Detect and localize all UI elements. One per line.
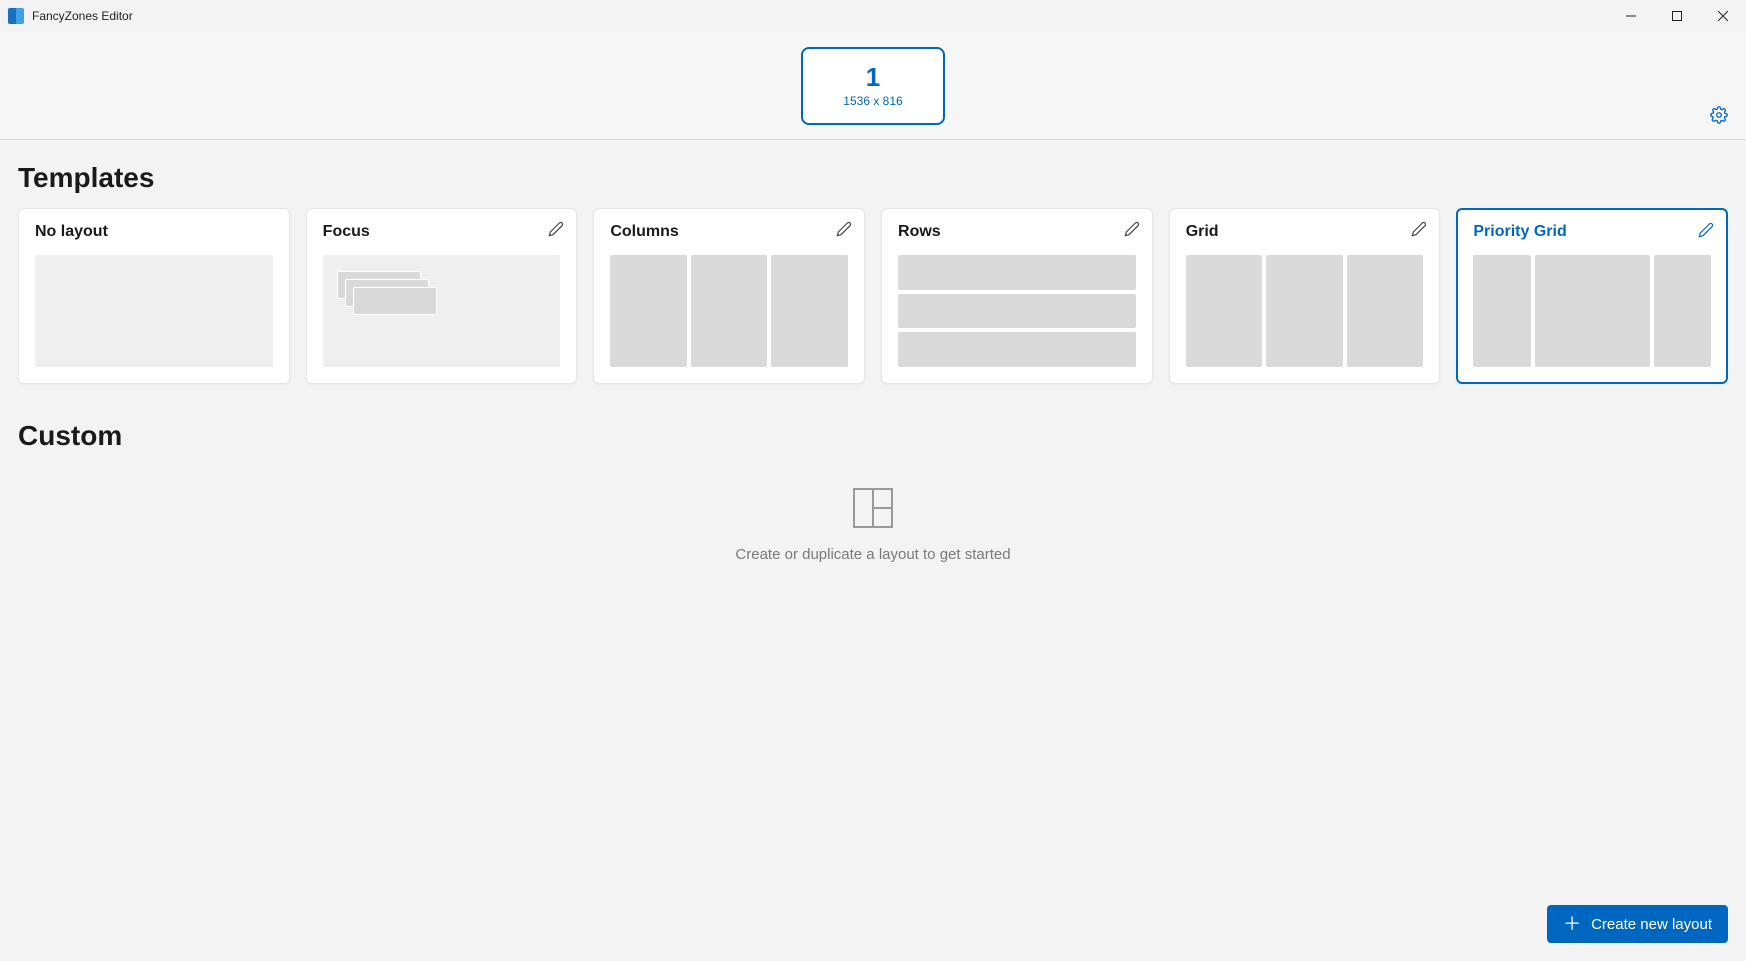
app-icon <box>8 8 24 24</box>
custom-heading: Custom <box>18 420 1728 452</box>
template-preview <box>898 255 1136 367</box>
template-card-focus[interactable]: Focus <box>306 208 578 384</box>
template-title: Priority Grid <box>1473 223 1711 241</box>
window-title: FancyZones Editor <box>32 9 1608 23</box>
template-preview <box>35 255 273 367</box>
template-card-no-layout[interactable]: No layout <box>18 208 290 384</box>
content-area: Templates No layout Focus Columns <box>0 140 1746 563</box>
monitor-resolution: 1536 x 816 <box>843 94 902 108</box>
edit-icon[interactable] <box>1698 222 1714 243</box>
monitor-header: 1 1536 x 816 <box>0 32 1746 140</box>
template-title: No layout <box>35 223 273 241</box>
monitor-card[interactable]: 1 1536 x 816 <box>801 47 945 125</box>
template-card-columns[interactable]: Columns <box>593 208 865 384</box>
templates-row: No layout Focus Columns R <box>18 208 1728 384</box>
edit-icon[interactable] <box>1411 221 1427 242</box>
create-button-label: Create new layout <box>1591 916 1712 933</box>
template-title: Focus <box>323 223 561 241</box>
template-title: Columns <box>610 223 848 241</box>
template-card-priority-grid[interactable]: Priority Grid <box>1456 208 1728 384</box>
edit-icon[interactable] <box>836 221 852 242</box>
template-title: Grid <box>1186 223 1424 241</box>
edit-icon[interactable] <box>1124 221 1140 242</box>
minimize-button[interactable] <box>1608 0 1654 32</box>
close-button[interactable] <box>1700 0 1746 32</box>
template-card-grid[interactable]: Grid <box>1169 208 1441 384</box>
create-new-layout-button[interactable]: ＋ Create new layout <box>1547 905 1728 943</box>
layout-icon <box>853 488 893 528</box>
titlebar: FancyZones Editor <box>0 0 1746 32</box>
settings-button[interactable] <box>1710 106 1728 129</box>
template-preview <box>323 255 561 367</box>
template-preview <box>610 255 848 367</box>
window-controls <box>1608 0 1746 32</box>
templates-heading: Templates <box>18 162 1728 194</box>
monitor-number: 1 <box>866 64 880 90</box>
maximize-button[interactable] <box>1654 0 1700 32</box>
template-title: Rows <box>898 223 1136 241</box>
empty-state-text: Create or duplicate a layout to get star… <box>735 546 1010 563</box>
edit-icon[interactable] <box>548 221 564 242</box>
plus-icon: ＋ <box>1563 915 1581 933</box>
template-card-rows[interactable]: Rows <box>881 208 1153 384</box>
custom-empty-state: Create or duplicate a layout to get star… <box>18 488 1728 563</box>
template-preview <box>1186 255 1424 367</box>
template-preview <box>1473 255 1711 367</box>
